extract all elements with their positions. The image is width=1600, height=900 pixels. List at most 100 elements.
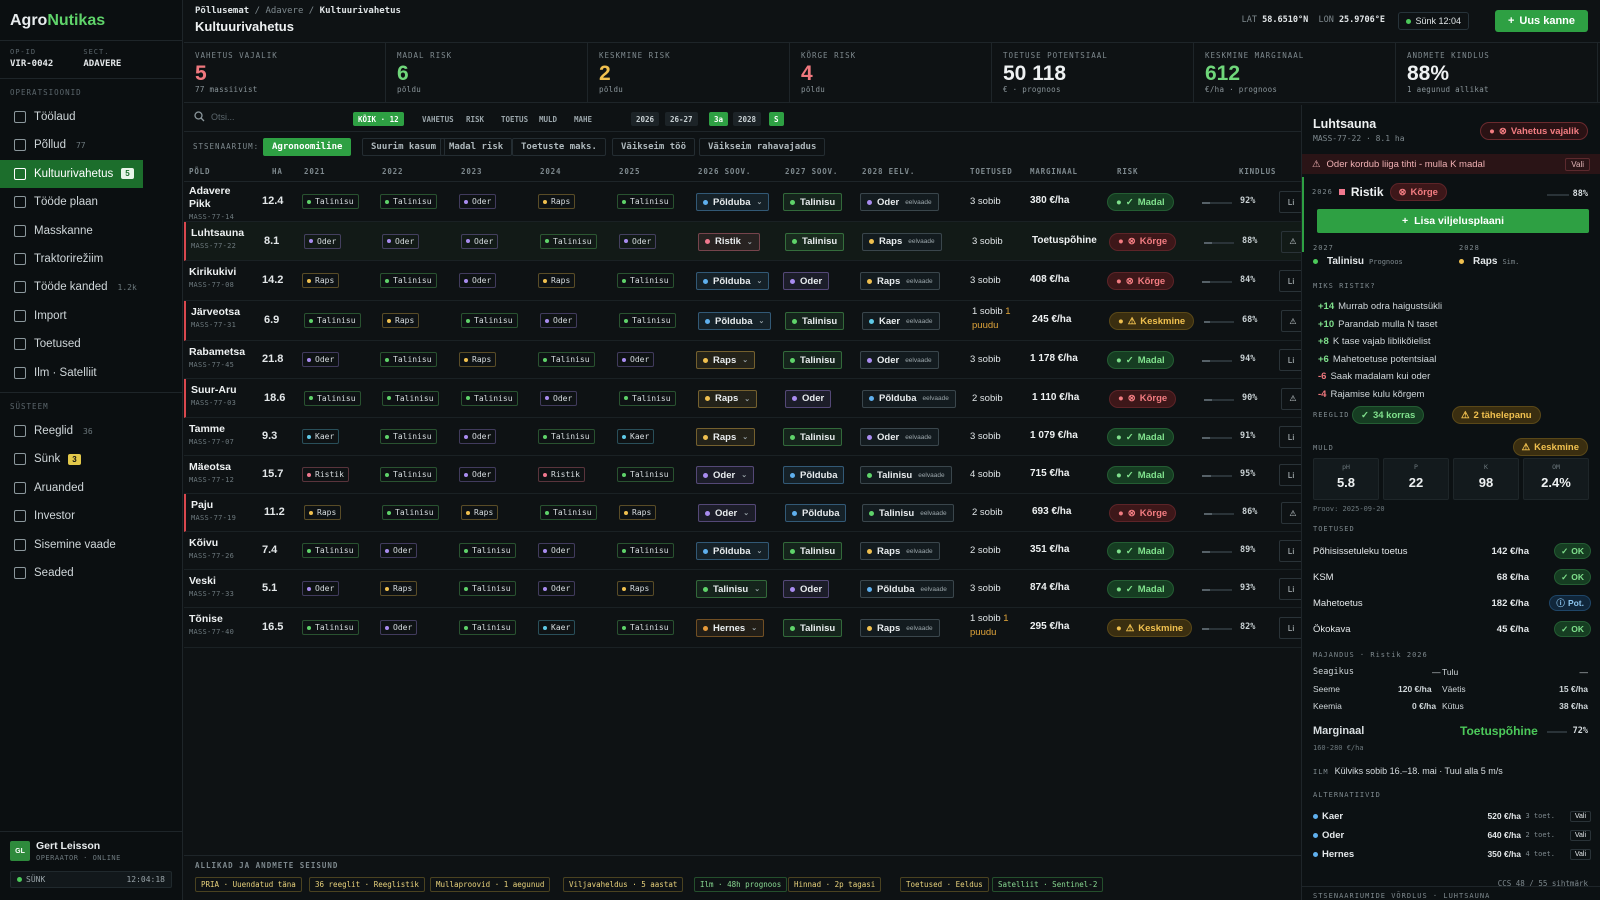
sidebar-item-8[interactable]: Toetused	[0, 330, 183, 358]
sidebar-item-9[interactable]: Ilm · Satelliit	[0, 359, 183, 387]
filter-chip[interactable]: VAHETUS	[417, 112, 459, 126]
alert-select-button[interactable]: Vali	[1565, 158, 1590, 171]
sidebar-item-0[interactable]: Töölaud	[0, 103, 183, 131]
row-action[interactable]: Li	[1279, 578, 1301, 600]
crop-2026-select[interactable]: Oder ⌄	[696, 466, 755, 484]
filter-chip[interactable]: MULD	[534, 112, 562, 126]
row-action[interactable]: Li	[1279, 191, 1301, 213]
risk-badge[interactable]: ● ⊗ Kõrge	[1109, 232, 1177, 251]
crop-2028-preview[interactable]: Oder eelvaade	[860, 351, 939, 369]
source-chip[interactable]: PRIA · Uuendatud täna	[195, 877, 302, 892]
year-chip[interactable]: 26-27	[665, 112, 698, 126]
alternative-select-button[interactable]: Vali	[1569, 848, 1591, 860]
year-chip[interactable]: 3a	[709, 112, 729, 126]
rules-ok-badge[interactable]: ✓ 34 korras	[1352, 406, 1425, 424]
scenario-option[interactable]: Väikseim töö	[612, 138, 696, 156]
risk-badge[interactable]: ● ✓ Madal	[1107, 542, 1174, 560]
risk-badge[interactable]: ● ✓ Madal	[1107, 351, 1174, 369]
crop-2028-preview[interactable]: Oder eelvaade	[860, 193, 939, 211]
crumb-section[interactable]: Adavere	[265, 6, 303, 16]
risk-badge[interactable]: ● ⊗ Kõrge	[1107, 272, 1175, 290]
crop-2026-select[interactable]: Põlduba ⌄	[696, 193, 770, 211]
crop-2027-select[interactable]: Põlduba	[785, 504, 847, 522]
table-row[interactable]: Järveotsa MASS-77-31 6.9 Talinisu Raps Talini…	[184, 301, 1301, 341]
crop-2026-select[interactable]: Raps ⌄	[696, 351, 756, 369]
sidebar-item-4[interactable]: Sisemine vaade	[0, 531, 183, 559]
sidebar-item-6[interactable]: Tööde kanded 1.2k	[0, 273, 183, 301]
risk-badge[interactable]: ● ✓ Madal	[1107, 428, 1174, 446]
subsidy-status-badge[interactable]: ✓ OK	[1554, 543, 1591, 559]
year-chip[interactable]: 2026	[631, 112, 660, 126]
sidebar-item-3[interactable]: Tööde plaan	[0, 188, 183, 216]
crop-2027-select[interactable]: Põlduba	[783, 466, 845, 484]
table-row[interactable]: Luhtsauna MASS-77-22 8.1 Oder Oder Oder Talini…	[184, 222, 1301, 261]
crop-2027-select[interactable]: Talinisu	[783, 193, 843, 211]
risk-badge[interactable]: ● ⚠ Keskmine	[1109, 312, 1195, 330]
crop-2026-select[interactable]: Raps ⌄	[696, 428, 756, 446]
source-chip[interactable]: Hinnad · 2p tagasi	[788, 877, 882, 892]
table-row[interactable]: Tamme MASS-77-07 9.3 Kaer Talinisu Oder Talini…	[184, 418, 1301, 456]
crop-2028-preview[interactable]: Talinisu eelvaade	[862, 504, 954, 522]
crop-2026-select[interactable]: Ristik ⌄	[698, 232, 760, 251]
risk-badge[interactable]: ● ✓ Madal	[1107, 580, 1174, 598]
crop-2028-preview[interactable]: Raps eelvaade	[860, 542, 940, 560]
row-action[interactable]: Li	[1279, 464, 1301, 486]
scenario-option[interactable]: Väikseim rahavajadus	[699, 138, 826, 156]
new-entry-button[interactable]: + Uus kanne	[1495, 10, 1588, 32]
crop-2026-select[interactable]: Oder ⌄	[698, 504, 757, 522]
add-to-plan-button[interactable]: + Lisa viljelusplaani	[1317, 209, 1589, 233]
table-row[interactable]: Veski MASS-77-33 5.1 Oder Raps Talinisu Oder Ra…	[184, 570, 1301, 608]
row-action[interactable]: Li	[1279, 270, 1301, 292]
crop-2027-select[interactable]: Talinisu	[783, 619, 843, 637]
source-chip[interactable]: Ilm · 48h prognoos	[694, 877, 788, 892]
sidebar-item-7[interactable]: Import	[0, 302, 183, 330]
app-logo[interactable]: AgroNutikas	[10, 12, 105, 30]
crop-2027-select[interactable]: Talinisu	[783, 542, 843, 560]
warning-icon[interactable]: ⚠	[1281, 387, 1301, 410]
source-chip[interactable]: Mullaproovid · 1 aegunud	[430, 877, 551, 892]
crop-2028-preview[interactable]: Põlduba eelvaade	[862, 389, 956, 408]
sidebar-item-2[interactable]: Aruanded	[0, 474, 183, 502]
sidebar-item-4[interactable]: Masskanne	[0, 217, 183, 245]
table-row[interactable]: Paju MASS-77-19 11.2 Raps Talinisu Raps Talini…	[184, 494, 1301, 532]
crop-2026-select[interactable]: Hernes ⌄	[696, 619, 765, 637]
risk-badge[interactable]: ● ✓ Madal	[1107, 466, 1174, 484]
crop-2028-preview[interactable]: Talinisu eelvaade	[860, 466, 952, 484]
crop-2027-select[interactable]: Talinisu	[783, 351, 843, 369]
row-action[interactable]: Li	[1279, 617, 1301, 639]
table-row[interactable]: Suur-Aru MASS-77-03 18.6 Talinisu Talinisu Ta…	[184, 379, 1301, 418]
year-chip[interactable]: 2028	[733, 112, 762, 126]
crop-2028-preview[interactable]: Oder eelvaade	[860, 428, 939, 446]
sync-button[interactable]: Sünk 12:04	[1398, 12, 1469, 30]
table-row[interactable]: Kirikukivi MASS-77-08 14.2 Raps Talinisu Oder…	[184, 261, 1301, 301]
sidebar-item-2[interactable]: Kultuurivahetus 5	[0, 159, 143, 188]
alternative-select-button[interactable]: Vali	[1569, 810, 1591, 822]
crop-2028-preview[interactable]: Kaer eelvaade	[862, 312, 940, 330]
sidebar-item-3[interactable]: Investor	[0, 502, 183, 530]
table-row[interactable]: Rabametsa MASS-77-45 21.8 Oder Talinisu Raps T…	[184, 341, 1301, 379]
subsidy-status-badge[interactable]: ✓ OK	[1554, 621, 1591, 637]
crop-2028-preview[interactable]: Raps eelvaade	[860, 619, 940, 637]
subsidy-status-badge[interactable]: ✓ OK	[1554, 569, 1591, 585]
filter-chip[interactable]: KÕIK · 12	[353, 112, 404, 126]
crop-2027-select[interactable]: Oder	[783, 272, 830, 290]
crop-2026-select[interactable]: Talinisu ⌄	[696, 580, 768, 598]
sidebar-item-5[interactable]: Traktorirežiim	[0, 245, 183, 273]
sidebar-item-1[interactable]: Sünk 3	[0, 445, 183, 473]
crop-2026-select[interactable]: Põlduba ⌄	[698, 312, 772, 330]
crop-2027-select[interactable]: Oder	[785, 389, 832, 408]
crop-2026-select[interactable]: Raps ⌄	[698, 389, 758, 408]
subsidy-status-badge[interactable]: ⓘ Pot.	[1549, 595, 1591, 611]
risk-badge[interactable]: ● ⊗ Kõrge	[1109, 389, 1177, 408]
crop-2027-select[interactable]: Talinisu	[783, 428, 843, 446]
filter-chip[interactable]: TOETUS	[496, 112, 533, 126]
table-row[interactable]: Adavere Pikk MASS-77-14 12.4 Talinisu Talini…	[184, 182, 1301, 222]
sidebar-item-0[interactable]: Reeglid 36	[0, 417, 183, 445]
row-action[interactable]: Li	[1279, 426, 1301, 448]
table-row[interactable]: Mäeotsa MASS-77-12 15.7 Ristik Talinisu Oder R…	[184, 456, 1301, 494]
source-chip[interactable]: Satelliit · Sentinel-2	[992, 877, 1104, 892]
alternative-select-button[interactable]: Vali	[1569, 829, 1591, 841]
alternative-row[interactable]: Hernes 350 €/ha 4 toet. Vali	[1313, 845, 1591, 863]
sidebar-item-5[interactable]: Seaded	[0, 559, 183, 587]
sync-status-bar[interactable]: SÜNK 12:04:18	[10, 871, 172, 888]
